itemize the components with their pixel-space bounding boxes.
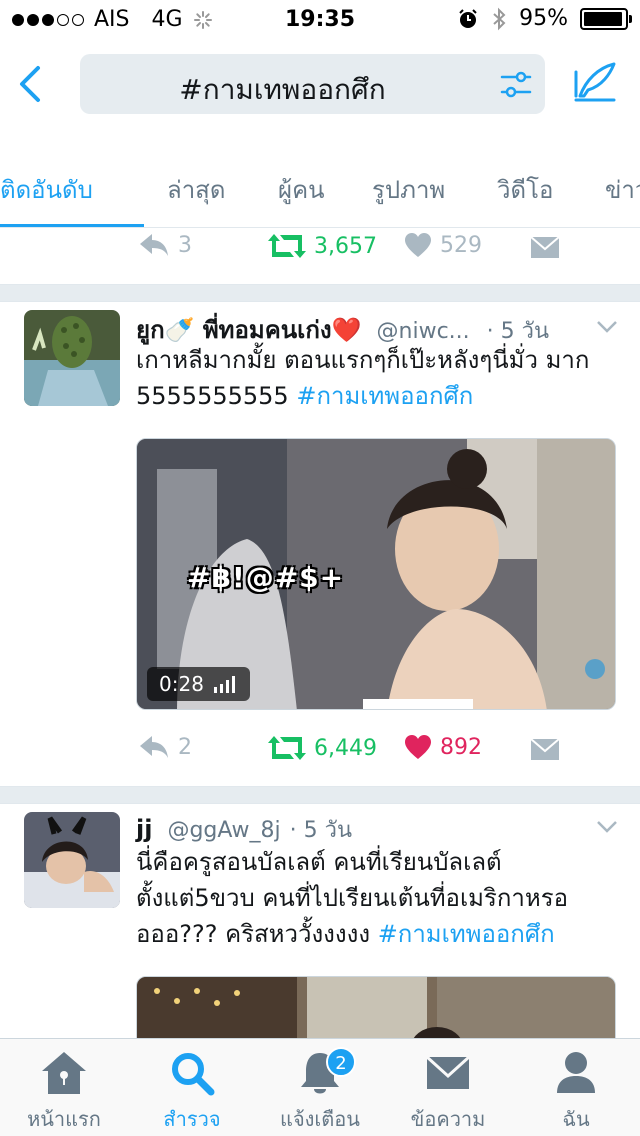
nav-me[interactable]: ฉัน (512, 1049, 640, 1135)
envelope-icon[interactable] (530, 234, 560, 260)
reply-count: 3 (178, 232, 192, 258)
bluetooth-icon (493, 7, 506, 30)
heart-icon (405, 233, 431, 257)
prev-tweet-actions: 3 3,657 529 (0, 232, 640, 272)
nav-notifications[interactable]: 2 แจ้งเตือน (256, 1047, 384, 1135)
nav-label: สำรวจ (163, 1107, 221, 1131)
volume-bars-icon (213, 676, 235, 693)
like-count: 529 (440, 232, 482, 258)
nav-label: หน้าแรก (27, 1107, 101, 1131)
chevron-down-icon[interactable] (596, 320, 618, 334)
reply-button[interactable]: 2 (138, 734, 192, 760)
author-handle[interactable]: @ggAw_8j (167, 818, 280, 843)
author-name[interactable]: jj (136, 815, 152, 843)
video-caption: #฿!@#$+ (187, 561, 345, 594)
video-player[interactable]: #฿!@#$+ 0:28 (136, 438, 616, 710)
compose-icon[interactable] (572, 60, 618, 106)
like-count: 892 (440, 734, 482, 760)
person-icon (557, 1052, 595, 1093)
video-duration: 0:28 (159, 672, 204, 696)
nav-explore[interactable]: สำรวจ (128, 1049, 256, 1135)
tweet[interactable]: ยูก🍼 พี่ทอมคนเก่ง❤️ @niwc... · 5 วัน เกา… (0, 302, 640, 788)
battery-percent: 95% (519, 6, 568, 31)
battery-fill (584, 11, 622, 26)
search-tabs: ติดอันดับ ล่าสุด ผู้คน รูปภาพ วิดีโอ ข่า… (0, 148, 640, 228)
heart-icon (405, 735, 431, 759)
tweet-separator (0, 284, 640, 302)
tweet-text: เกาหลีมากมั้ย ตอนแรกๆก็เป๊ะหลังๆนี่มั่ว … (136, 342, 624, 414)
reply-button[interactable]: 3 (138, 232, 192, 258)
status-bar: AIS 4G 19:35 95% (0, 0, 640, 40)
tab-photos[interactable]: รูปภาพ (372, 170, 445, 209)
tweet[interactable]: jj @ggAw_8j · 5 วัน นี่คือครูสอนบัลเลต์ … (0, 804, 640, 1038)
reply-icon (140, 736, 168, 758)
home-icon (42, 1052, 86, 1094)
tweet-separator (0, 786, 640, 804)
bottom-tab-bar: หน้าแรก สำรวจ 2 แจ้งเตือน ข้อความ ฉัน (0, 1038, 640, 1136)
search-input[interactable]: #กามเทพออกศึก (80, 54, 545, 114)
notification-badge: 2 (326, 1047, 356, 1077)
retweet-count: 6,449 (314, 735, 377, 761)
retweet-button[interactable]: 3,657 (268, 232, 377, 260)
retweet-count: 3,657 (314, 233, 377, 259)
envelope-icon (425, 1055, 471, 1089)
tab-news[interactable]: ข่าว (605, 170, 640, 209)
search-header: #กามเทพออกศึก (0, 40, 640, 130)
tweet-time: · 5 วัน (486, 319, 550, 344)
chevron-down-icon[interactable] (596, 820, 618, 834)
tab-videos[interactable]: วิดีโอ (497, 170, 553, 209)
like-button[interactable]: 529 (404, 232, 482, 258)
reply-count: 2 (178, 734, 192, 760)
battery-icon (580, 7, 632, 30)
retweet-icon (268, 736, 306, 760)
avatar[interactable] (24, 812, 120, 908)
nav-label: แจ้งเตือน (280, 1107, 360, 1131)
like-button[interactable]: 892 (404, 734, 482, 760)
search-icon (172, 1053, 215, 1096)
retweet-button[interactable]: 6,449 (268, 734, 377, 762)
tweet-actions: 2 6,449 892 (0, 734, 640, 774)
nav-label: ฉัน (562, 1107, 590, 1131)
back-icon[interactable] (12, 62, 48, 106)
hashtag-link[interactable]: #กามเทพออกศึก (378, 920, 555, 948)
active-tab-indicator (0, 224, 144, 227)
tab-latest[interactable]: ล่าสุด (167, 170, 225, 209)
avatar[interactable] (24, 310, 120, 406)
filter-icon[interactable] (499, 68, 533, 102)
author-handle[interactable]: @niwc... (377, 319, 470, 344)
alarm-icon (459, 8, 477, 28)
tweet-header: jj @ggAw_8j · 5 วัน (136, 812, 352, 847)
retweet-icon (268, 234, 306, 258)
video-duration-badge: 0:28 (147, 667, 250, 701)
status-right: 95% (457, 6, 632, 31)
search-query: #กามเทพออกศึก (179, 73, 386, 106)
tab-top[interactable]: ติดอันดับ (0, 170, 93, 209)
tweet-time: · 5 วัน (289, 818, 353, 843)
nav-messages[interactable]: ข้อความ (384, 1049, 512, 1135)
author-name[interactable]: ยูก🍼 พี่ทอมคนเก่ง❤️ (136, 316, 362, 344)
nav-label: ข้อความ (410, 1107, 486, 1131)
hashtag-link[interactable]: #กามเทพออกศึก (296, 382, 473, 410)
envelope-icon[interactable] (530, 736, 560, 762)
media-image[interactable] (136, 976, 616, 1038)
tweet-text: นี่คือครูสอนบัลเลต์ คนที่เรียนบัลเลต์ ตั… (136, 844, 624, 952)
reply-icon (140, 234, 168, 256)
tab-people[interactable]: ผู้คน (278, 170, 325, 209)
nav-home[interactable]: หน้าแรก (0, 1049, 128, 1135)
